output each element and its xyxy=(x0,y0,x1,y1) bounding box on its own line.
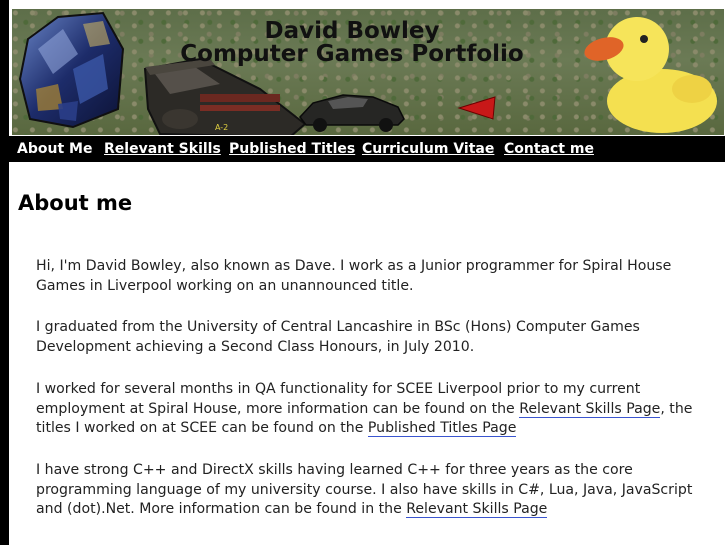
education-paragraph: I graduated from the University of Centr… xyxy=(36,319,640,355)
crystal-rock-image xyxy=(18,11,125,129)
intro-paragraph: Hi, I'm David Bowley, also known as Dave… xyxy=(36,258,672,294)
car-image xyxy=(299,94,405,132)
rubber-duck-image xyxy=(584,17,717,133)
nav-item-curriculum-vitae[interactable]: Curriculum Vitae xyxy=(362,140,494,158)
skills-paragraph: I have strong C++ and DirectX skills hav… xyxy=(36,461,706,520)
unit-label: A-2 xyxy=(215,123,229,132)
nav-item-published-titles[interactable]: Published Titles xyxy=(229,140,355,158)
experience-paragraph: I worked for several months in QA functi… xyxy=(36,380,706,439)
relevant-skills-link[interactable]: Relevant Skills Page xyxy=(519,400,661,418)
nav-item-contact-me[interactable]: Contact me xyxy=(504,140,594,158)
main-navigation: About Me Relevant Skills Published Title… xyxy=(9,136,725,162)
nav-item-about-me[interactable]: About Me xyxy=(17,140,92,158)
header-banner: A-2 David Bowley Computer Games Portfoli… xyxy=(12,9,724,135)
page-title: About me xyxy=(18,191,133,215)
skills-text: I have strong C++ and DirectX skills hav… xyxy=(36,462,693,517)
site-title: David Bowley Computer Games Portfolio xyxy=(152,20,552,66)
relevant-skills-link-2[interactable]: Relevant Skills Page xyxy=(406,501,548,518)
red-arrow-image xyxy=(457,96,496,120)
site-title-subtitle: Computer Games Portfolio xyxy=(180,41,524,67)
site-title-name: David Bowley xyxy=(264,18,440,44)
page: A-2 David Bowley Computer Games Portfoli… xyxy=(9,0,727,545)
nav-item-relevant-skills[interactable]: Relevant Skills xyxy=(104,140,221,158)
published-titles-link[interactable]: Published Titles Page xyxy=(367,420,517,437)
